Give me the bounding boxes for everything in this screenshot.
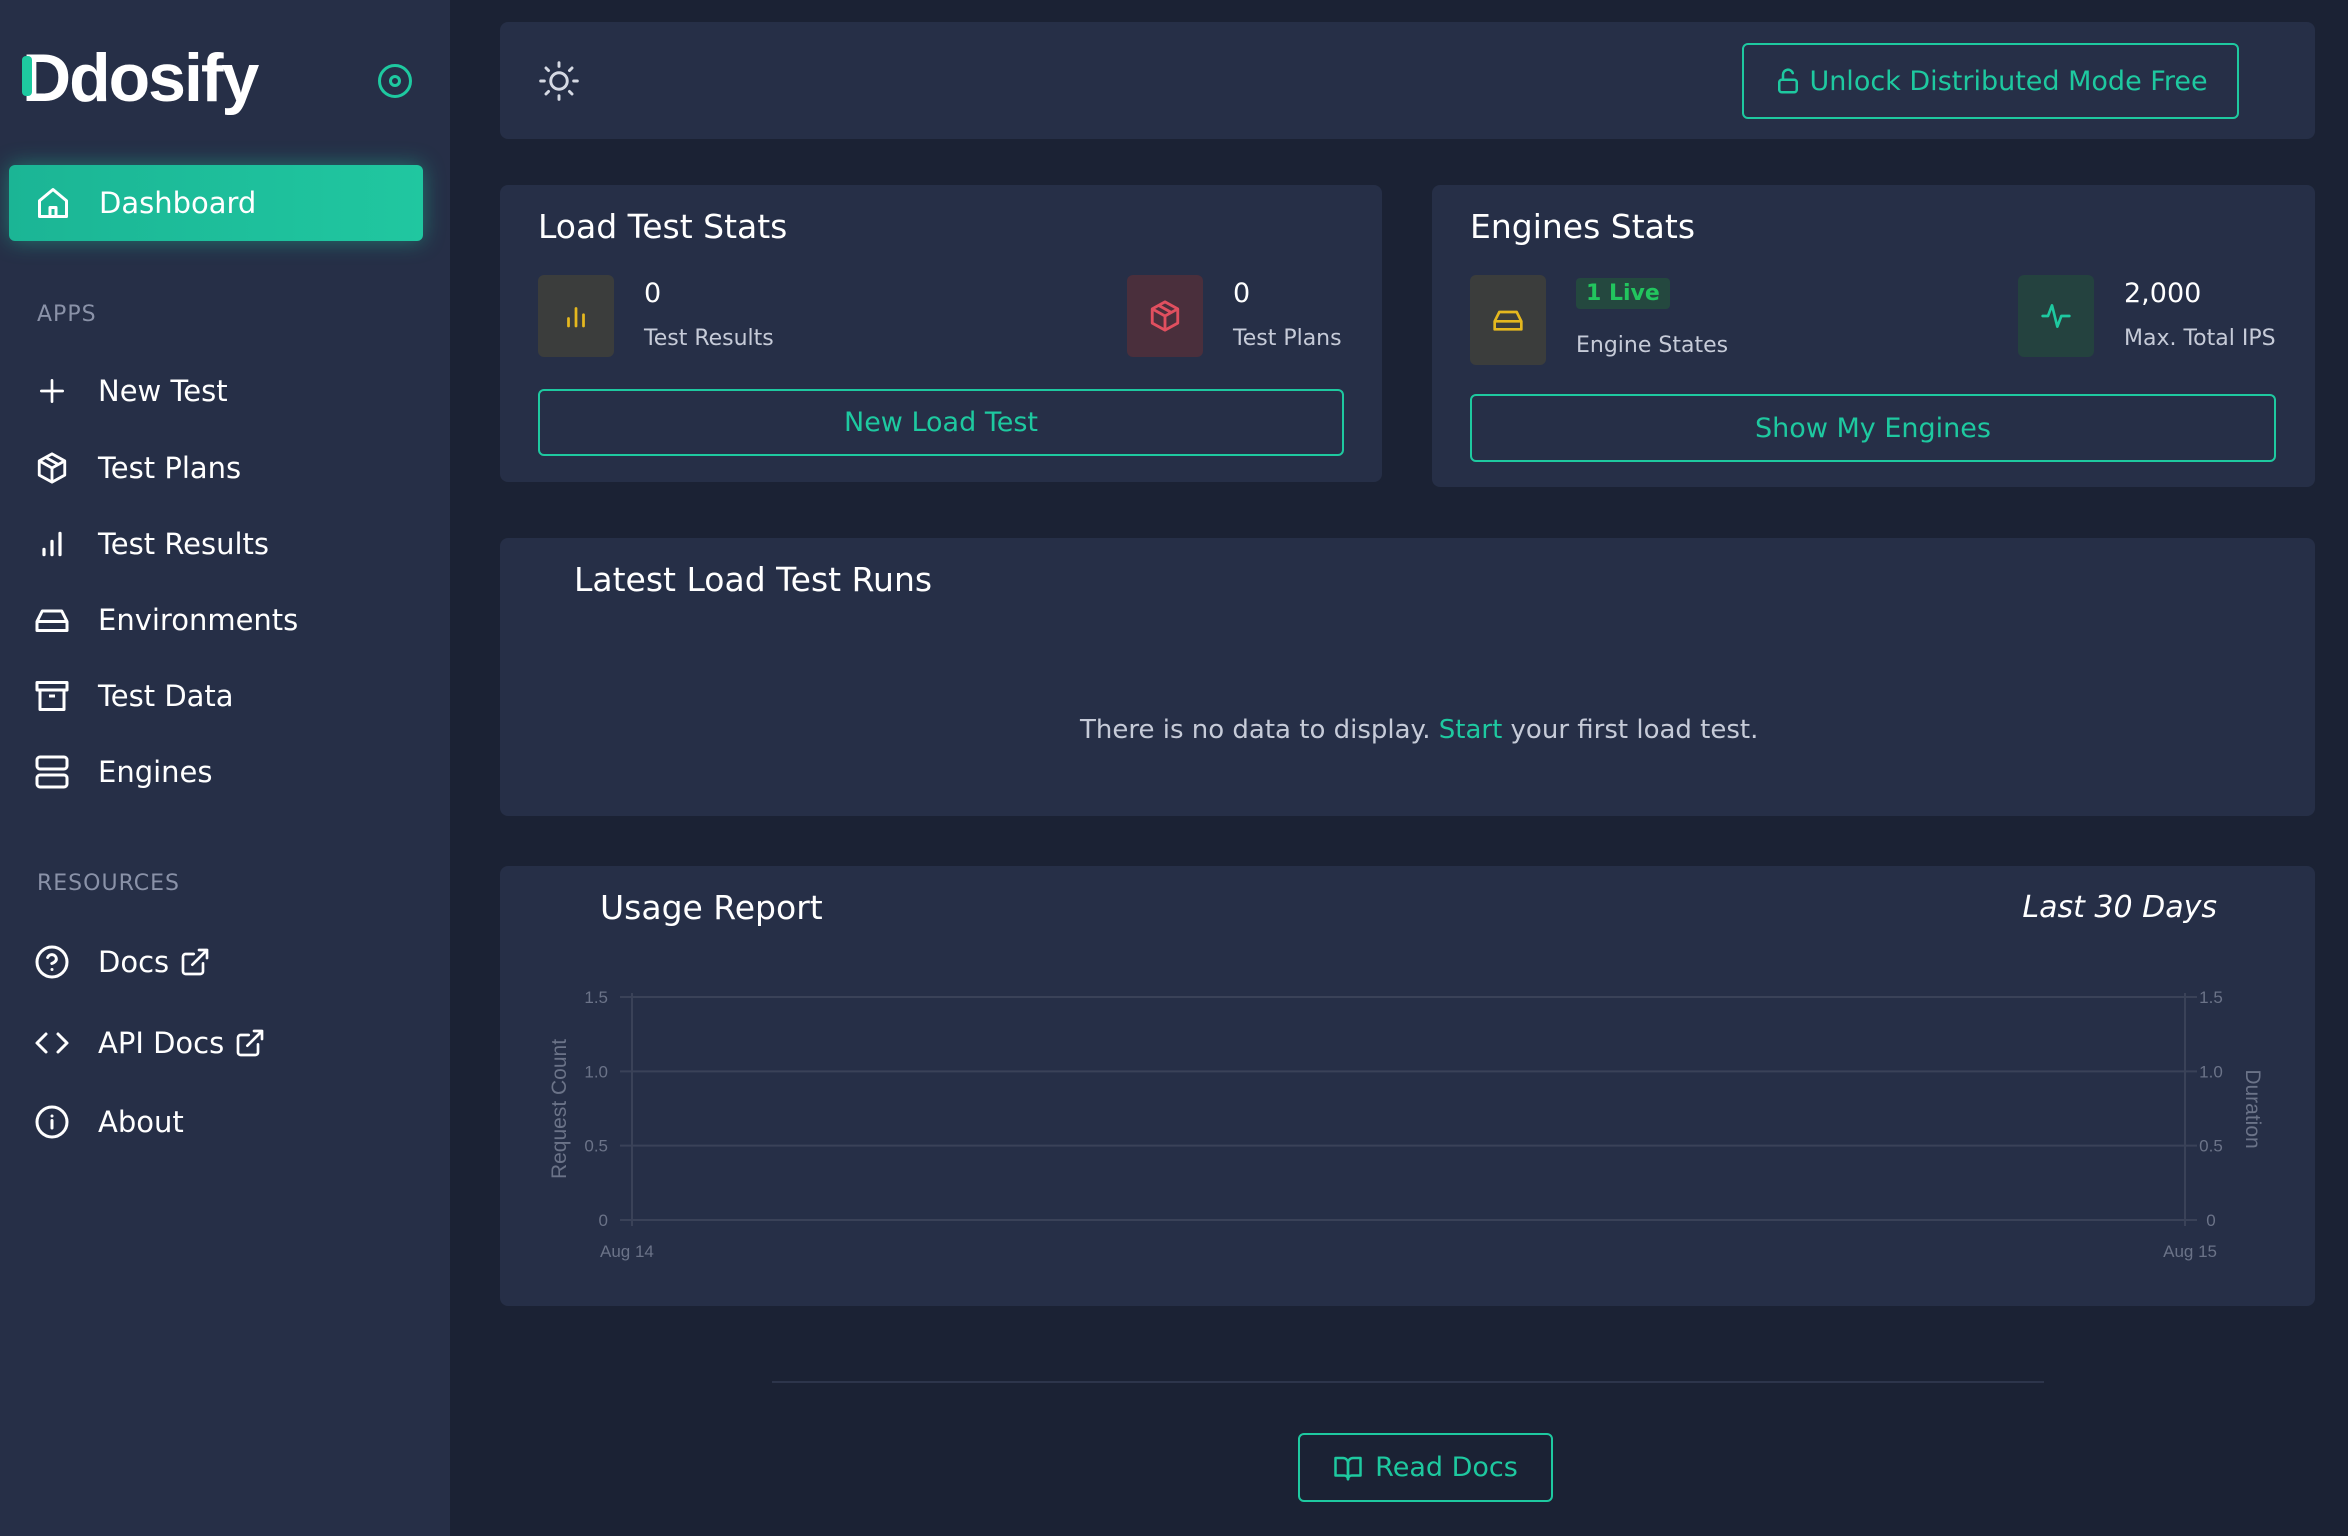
unlock-distributed-mode-button[interactable]: Unlock Distributed Mode Free	[1742, 43, 2239, 119]
drive-icon	[1470, 275, 1546, 365]
app-logo[interactable]: Ddosify	[22, 38, 259, 118]
y2-tick-label: 1.5	[2199, 988, 2223, 1007]
empty-state-message: There is no data to display. Start your …	[1080, 715, 1758, 745]
sidebar-collapse-button[interactable]	[378, 64, 412, 98]
engines-stats-card: Engines Stats 1 Live Engine States 2,000…	[1432, 185, 2315, 487]
card-title: Engines Stats	[1470, 207, 1696, 246]
apps-section-label: APPS	[37, 302, 97, 327]
archive-icon	[32, 676, 72, 716]
plus-icon	[32, 371, 72, 411]
bar-chart-icon	[32, 524, 72, 564]
sidebar-item-environments[interactable]: Environments	[0, 590, 450, 650]
engine-states-label: Engine States	[1576, 333, 1729, 358]
logo-text: Ddosify	[22, 40, 259, 116]
test-plans-label: Test Plans	[1233, 326, 1342, 351]
activity-icon	[2018, 275, 2094, 357]
max-ips-value: 2,000	[2124, 278, 2202, 309]
live-engines-badge: 1 Live	[1576, 278, 1670, 309]
bar-chart-icon	[538, 275, 614, 357]
max-ips-label: Max. Total IPS	[2124, 326, 2276, 351]
footer-divider	[772, 1381, 2044, 1383]
y2-tick-label: 0.5	[2199, 1137, 2223, 1156]
card-title: Load Test Stats	[538, 207, 788, 246]
y2-tick-label: 1.0	[2199, 1062, 2223, 1081]
sidebar-item-api-docs[interactable]: API Docs	[0, 1013, 450, 1073]
read-docs-button[interactable]: Read Docs	[1298, 1433, 1553, 1502]
sidebar-item-test-data[interactable]: Test Data	[0, 666, 450, 726]
help-circle-icon	[32, 942, 72, 982]
x-tick-label: Aug 15	[2163, 1242, 2217, 1261]
info-icon	[32, 1102, 72, 1142]
show-my-engines-button[interactable]: Show My Engines	[1470, 394, 2276, 462]
usage-chart: 0 0 0.5 0.5 1.0 1.0 1.5 1.5 Aug 14 Aug 15 Request …	[548, 988, 2264, 1261]
sidebar-item-new-test[interactable]: New Test	[0, 361, 450, 421]
card-title: Latest Load Test Runs	[574, 560, 933, 599]
read-docs-label: Read Docs	[1375, 1452, 1518, 1483]
sidebar-item-label: API Docs	[98, 1026, 225, 1060]
external-link-icon	[234, 1027, 266, 1059]
external-link-icon	[179, 946, 211, 978]
x-tick-label: Aug 14	[600, 1242, 654, 1261]
sidebar-item-label: Dashboard	[99, 186, 257, 220]
top-bar: Unlock Distributed Mode Free	[500, 22, 2315, 139]
sidebar-item-label: Engines	[98, 755, 213, 789]
sidebar-item-label: Test Results	[98, 527, 270, 561]
sun-icon[interactable]	[537, 59, 581, 103]
sidebar-item-label: Test Data	[98, 679, 234, 713]
sidebar-item-test-results[interactable]: Test Results	[0, 514, 450, 574]
y-tick-label: 1.5	[584, 988, 608, 1007]
cube-icon	[32, 448, 72, 488]
y2-tick-label: 0	[2206, 1211, 2215, 1230]
sidebar-item-label: Docs	[98, 945, 170, 979]
latest-load-test-runs-card: Latest Load Test Runs There is no data t…	[500, 538, 2315, 816]
sidebar-item-dashboard[interactable]: Dashboard	[9, 165, 423, 241]
code-icon	[32, 1023, 72, 1063]
y-tick-label: 0.5	[584, 1137, 608, 1156]
sidebar-item-engines[interactable]: Engines	[0, 742, 450, 802]
sidebar-item-label: Test Plans	[98, 451, 242, 485]
test-plans-count: 0	[1233, 278, 1251, 309]
y-tick-label: 1.0	[584, 1062, 608, 1081]
cube-icon	[1127, 275, 1203, 357]
drive-icon	[32, 600, 72, 640]
test-results-count: 0	[644, 278, 662, 309]
new-load-test-button[interactable]: New Load Test	[538, 389, 1344, 456]
sidebar-item-label: About	[98, 1105, 184, 1139]
load-test-stats-card: Load Test Stats 0 Test Results 0 Test Pl…	[500, 185, 1382, 482]
y2-axis-label: Duration	[2241, 1069, 2264, 1148]
sidebar-item-docs[interactable]: Docs	[0, 932, 450, 992]
empty-state-suffix: your first load test.	[1502, 715, 1759, 745]
server-icon	[32, 752, 72, 792]
sidebar-item-label: New Test	[98, 374, 228, 408]
empty-state-prefix: There is no data to display.	[1080, 715, 1439, 745]
unlock-icon	[1773, 66, 1803, 96]
home-icon	[33, 183, 73, 223]
sidebar: Ddosify Dashboard APPS New Test Test Pla…	[0, 0, 450, 1536]
sidebar-item-test-plans[interactable]: Test Plans	[0, 438, 450, 498]
book-open-icon	[1333, 1453, 1363, 1483]
test-results-label: Test Results	[644, 326, 774, 351]
unlock-button-label: Unlock Distributed Mode Free	[1809, 65, 2208, 97]
start-link[interactable]: Start	[1439, 715, 1503, 745]
usage-report-card: Usage Report Last 30 Days 0 0 0.5 0.5 1.0 1.0…	[500, 866, 2315, 1306]
sidebar-item-label: Environments	[98, 603, 299, 637]
y-axis-label: Request Count	[548, 1039, 571, 1179]
resources-section-label: RESOURCES	[37, 871, 180, 896]
sidebar-item-about[interactable]: About	[0, 1092, 450, 1152]
y-tick-label: 0	[599, 1211, 608, 1230]
